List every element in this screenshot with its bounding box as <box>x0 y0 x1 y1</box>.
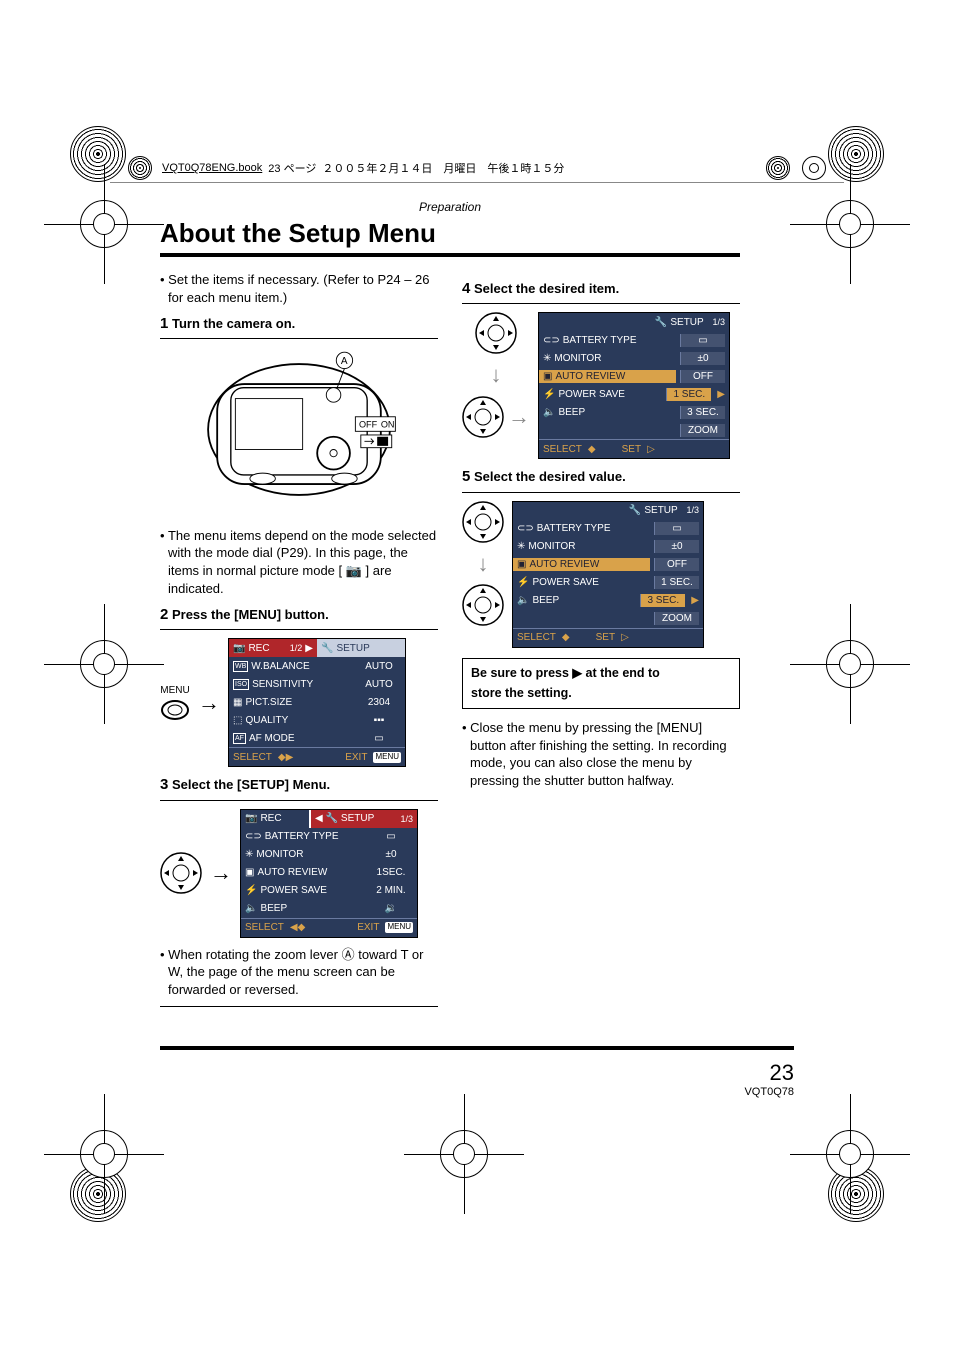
crop-rosette <box>828 126 884 182</box>
step-3: 3 Select the [SETUP] Menu. <box>160 775 438 795</box>
marker-a: A <box>341 356 348 367</box>
header-rule <box>110 182 844 183</box>
crop-target <box>826 640 874 688</box>
dpad-icon <box>462 501 504 543</box>
switch-on-label: ON <box>381 420 395 430</box>
page-number: 23 <box>744 1060 794 1086</box>
step2-figure: MENU → 📷 REC 1/2 ▶ 🔧 SETUP WB W.BALANCEA… <box>160 638 438 767</box>
rosette-icon <box>766 156 790 180</box>
lcd-step5: 🔧 SETUP 1/3 ⊂⊃ BATTERY TYPE▭ ✳ MONITOR±0… <box>512 501 704 648</box>
crop-target <box>826 1130 874 1178</box>
lcd-setup-menu: 📷 REC ◀ 🔧 SETUP 1/3 ⊂⊃ BATTERY TYPE▭ ✳ M… <box>240 809 418 938</box>
bottom-rule <box>160 1046 794 1050</box>
page-content: Preparation About the Setup Menu • Set t… <box>160 200 740 1007</box>
tab-setup: 🔧 SETUP 1/3 <box>539 313 729 331</box>
menu-button-icon: MENU <box>160 684 190 722</box>
arrow-right-icon: → <box>198 692 220 714</box>
step-2: 2 Press the [MENU] button. <box>160 605 438 625</box>
page-title: About the Setup Menu <box>160 218 740 249</box>
lcd-step4: 🔧 SETUP 1/3 ⊂⊃ BATTERY TYPE▭ ✳ MONITOR±0… <box>538 312 730 459</box>
target-icon <box>802 156 826 180</box>
crop-target <box>80 200 128 248</box>
step-1: 1 Turn the camera on. <box>160 314 438 334</box>
press-note: Be sure to press ▶ at the end to store t… <box>462 658 740 710</box>
manual-page: VQT0Q78ENG.book 23 ページ ２００５年２月１４日 月曜日 午後… <box>0 0 954 1348</box>
page-number-block: 23 VQT0Q78 <box>744 1060 794 1098</box>
tab-setup: 🔧 SETUP 1/3 <box>513 502 703 520</box>
book-date-jp: ２００５年２月１４日 月曜日 午後１時１５分 <box>322 160 564 176</box>
arrow-down-icon: ↓ <box>491 360 502 390</box>
lcd-rec-menu: 📷 REC 1/2 ▶ 🔧 SETUP WB W.BALANCEAUTO ISO… <box>228 638 406 767</box>
crop-target <box>80 640 128 688</box>
left-column: • Set the items if necessary. (Refer to … <box>160 271 438 1007</box>
tab-setup: 🔧 SETUP <box>317 639 405 657</box>
dpad-sequence: ↓ → <box>462 312 530 438</box>
crop-target <box>440 1130 488 1178</box>
dpad-icon <box>462 584 504 626</box>
book-filename: VQT0Q78ENG.book <box>162 162 262 174</box>
title-rule <box>160 253 740 257</box>
camera-illustration: OFF ON A <box>199 347 399 517</box>
dpad-icon <box>160 852 202 894</box>
step3-figure: → 📷 REC ◀ 🔧 SETUP 1/3 ⊂⊃ BATTERY TYPE▭ ✳… <box>160 809 438 938</box>
tab-rec: 📷 REC 1/2 ▶ <box>229 639 317 657</box>
intro-bullet: • Set the items if necessary. (Refer to … <box>168 271 438 306</box>
crop-target <box>826 200 874 248</box>
doc-code: VQT0Q78 <box>744 1086 794 1098</box>
section-label: Preparation <box>160 200 740 214</box>
dpad-icon <box>475 312 517 354</box>
right-column: 4 Select the desired item. ↓ → <box>462 271 740 1007</box>
step4-figure: ↓ → 🔧 SETUP 1/3 ⊂⊃ BATTERY TYPE▭ ✳ MONIT <box>462 312 740 459</box>
rosette-icon <box>128 156 152 180</box>
book-header: VQT0Q78ENG.book 23 ページ ２００５年２月１４日 月曜日 午後… <box>128 156 826 180</box>
dpad-icon <box>462 396 504 438</box>
arrow-right-icon: → <box>210 862 232 884</box>
crop-target <box>80 1130 128 1178</box>
switch-off-label: OFF <box>359 420 378 430</box>
step5-figure: ↓ 🔧 SETUP 1/3 ⊂⊃ BATTERY TYPE▭ ✳ MONITOR… <box>462 501 740 648</box>
arrow-right-icon: → <box>508 406 530 428</box>
note-after-step1: • The menu items depend on the mode sele… <box>168 527 438 597</box>
crop-rosette <box>70 126 126 182</box>
book-page-jp: 23 ページ <box>268 160 316 176</box>
step-5: 5 Select the desired value. <box>462 467 740 487</box>
step-4: 4 Select the desired item. <box>462 279 740 299</box>
tab-rec: 📷 REC <box>241 810 309 828</box>
note-after-step3: • When rotating the zoom lever Ⓐ toward … <box>168 946 438 999</box>
closing-bullet: • Close the menu by pressing the [MENU] … <box>470 719 740 789</box>
dpad-sequence: ↓ <box>462 501 504 627</box>
tab-setup: ◀ 🔧 SETUP 1/3 <box>309 810 417 828</box>
arrow-down-icon: ↓ <box>478 549 489 579</box>
